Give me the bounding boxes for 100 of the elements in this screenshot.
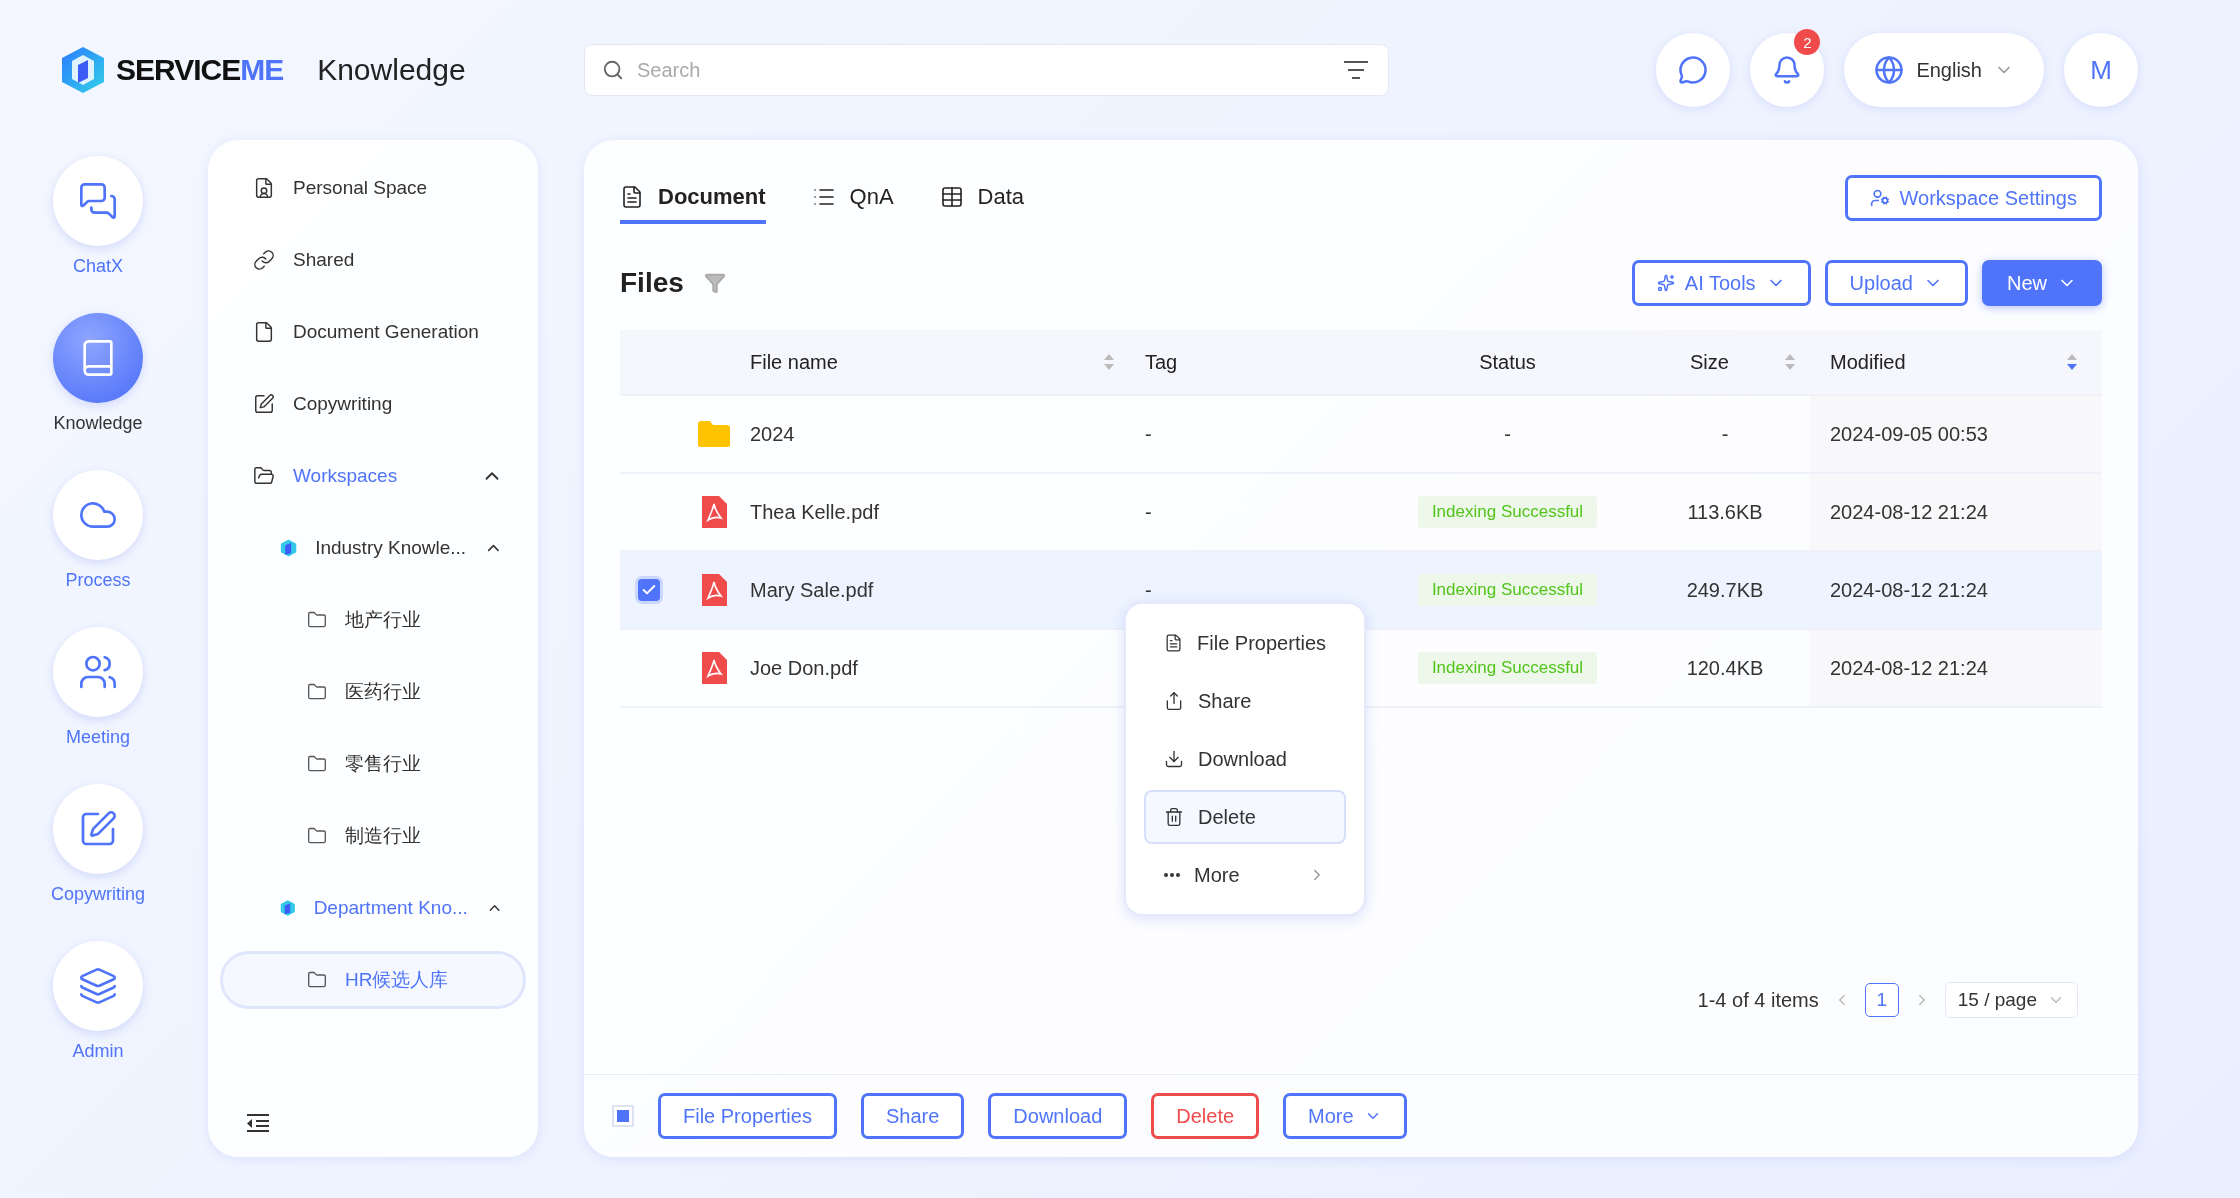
menu-item[interactable]: Delete (1144, 790, 1346, 844)
pdf-file-icon (700, 495, 728, 529)
folder-item[interactable]: 制造行业 (220, 807, 526, 865)
toolbar-button[interactable]: Upload (1824, 260, 1968, 306)
nav-rail-label: Meeting (65, 727, 130, 748)
nav-rail-button[interactable] (53, 470, 143, 560)
tab[interactable]: Document (620, 172, 766, 224)
sidebar-item[interactable]: Copywriting (220, 375, 526, 433)
logo-icon (60, 45, 106, 95)
sidebar-label: 地产行业 (345, 608, 422, 632)
nav-rail-label: Admin (72, 1041, 124, 1062)
document-icon (253, 321, 275, 343)
column-header-label[interactable]: Modified (1830, 350, 1906, 374)
folder-icon (253, 465, 275, 487)
sidebar-label: Personal Space (293, 177, 429, 199)
sidebar-label: 医药行业 (345, 680, 422, 704)
status-tag: Indexing Successful (1417, 574, 1598, 606)
nav-rail-button[interactable] (53, 627, 143, 717)
notification-count: 2 (1794, 29, 1821, 55)
sidebar-label: 制造行业 (345, 824, 422, 848)
sidebar-label: 零售行业 (345, 752, 422, 776)
bulk-action-button[interactable]: Share (860, 1093, 965, 1139)
folder-icon (307, 682, 327, 702)
menu-label: Delete (1198, 805, 1257, 829)
language-selector[interactable]: English (1844, 33, 2044, 107)
sort-icon[interactable] (2066, 352, 2078, 372)
table-cell: 2024-08-12 21:24 (1810, 552, 2102, 630)
file-properties-icon (1164, 633, 1184, 653)
menu-label: More (1194, 863, 1241, 887)
sidebar-label: Document Generation (293, 321, 480, 343)
menu-item[interactable]: More (1144, 848, 1346, 902)
bulk-action-button[interactable]: File Properties (658, 1093, 837, 1139)
section-title: Files (620, 267, 684, 299)
column-header: Tag (1144, 349, 1179, 375)
table-cell: 2024-08-12 21:24 (1810, 630, 2102, 708)
page-button[interactable]: 1 (1864, 983, 1899, 1017)
bulk-action-button[interactable]: More (1283, 1093, 1407, 1139)
chat-bubbles-icon (78, 181, 118, 221)
search-field[interactable]: Search (584, 44, 1389, 96)
toolbar-button[interactable]: AI Tools (1631, 260, 1811, 306)
table-cell: 2024-09-05 00:53 (1810, 396, 2102, 474)
nav-rail-label: Copywriting (50, 884, 145, 905)
column-header-label[interactable]: File name (750, 350, 838, 374)
nav-rail-button[interactable] (53, 156, 143, 246)
collapse-menu-icon[interactable] (246, 1113, 270, 1133)
nav-rail-button[interactable] (53, 784, 143, 874)
table-cell: 249.7KB (1640, 552, 1810, 630)
file-name-cell[interactable]: 2024 (750, 396, 1135, 474)
sidebar-label: Department Kno... (313, 897, 468, 919)
tab[interactable]: QnA (811, 172, 894, 224)
share-icon (1164, 691, 1184, 711)
link-icon (253, 249, 275, 271)
sidebar-label: Industry Knowle... (315, 537, 467, 559)
sidebar-item[interactable]: Personal Space (220, 159, 526, 217)
page-size-select[interactable]: 15 / page (1944, 982, 2078, 1018)
workspace-settings-button[interactable]: Workspace Settings (1844, 175, 2102, 221)
row-checkbox[interactable] (638, 579, 660, 601)
folder-icon (307, 970, 327, 990)
sidebar-label: Copywriting (293, 393, 394, 415)
download-icon (1164, 749, 1184, 769)
table-cell: 2024-08-12 21:24 (1810, 474, 2102, 552)
sidebar-group[interactable]: Workspaces (220, 447, 526, 505)
workspace-item[interactable]: Department Kno... (220, 879, 526, 937)
nav-rail-label: ChatX (73, 256, 123, 277)
edit-icon (253, 393, 275, 415)
sidebar-item[interactable]: Shared (220, 231, 526, 289)
folder-icon (307, 826, 327, 846)
folder-item[interactable]: 零售行业 (220, 735, 526, 793)
menu-item[interactable]: Share (1144, 674, 1346, 728)
bulk-action-button[interactable]: Download (988, 1093, 1128, 1139)
nav-rail-button[interactable] (53, 941, 143, 1031)
sidebar-label: Shared (293, 249, 356, 271)
tab[interactable]: Data (939, 172, 1025, 224)
chat-button[interactable] (1656, 33, 1731, 107)
funnel-icon[interactable] (703, 272, 726, 294)
folder-item[interactable]: HR候选人库 (220, 951, 526, 1009)
workspace-item[interactable]: Industry Knowle... (220, 519, 526, 577)
sidebar-label: Workspaces (293, 465, 399, 487)
sidebar-item[interactable]: Document Generation (220, 303, 526, 361)
file-name-cell[interactable]: Mary Sale.pdf (750, 552, 1135, 630)
filter-lines-icon[interactable] (1343, 59, 1369, 81)
menu-label: Share (1198, 689, 1253, 713)
nav-rail-label: Process (65, 570, 131, 591)
column-header: Status (1478, 349, 1537, 375)
chat-bubble-icon (1678, 55, 1709, 85)
nav-rail-button[interactable] (53, 313, 143, 403)
cube-icon (280, 897, 296, 919)
toolbar-button[interactable]: New (1982, 260, 2102, 306)
user-gear-icon (1869, 188, 1890, 208)
bulk-action-button[interactable]: Delete (1151, 1093, 1260, 1139)
table-icon (939, 185, 964, 209)
folder-icon (697, 420, 731, 448)
document-icon (620, 185, 644, 209)
folder-icon (307, 610, 327, 630)
avatar[interactable]: M (2064, 33, 2138, 107)
folder-item[interactable]: 医药行业 (220, 663, 526, 721)
menu-item[interactable]: Download (1144, 732, 1346, 786)
column-header-label[interactable]: Size (1690, 350, 1729, 374)
select-all-checkbox[interactable] (612, 1105, 634, 1127)
folder-item[interactable]: 地产行业 (220, 591, 526, 649)
